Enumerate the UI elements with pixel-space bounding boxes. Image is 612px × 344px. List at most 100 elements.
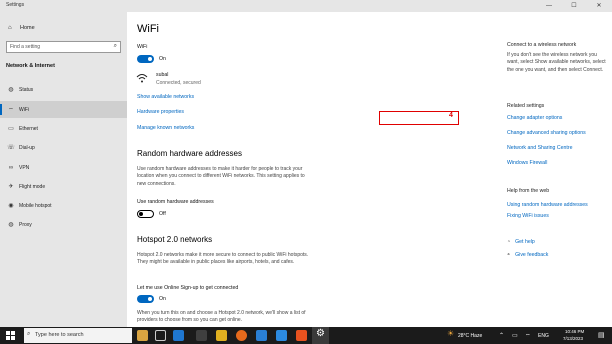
airplane-icon: ✈: [8, 184, 14, 190]
wifi-toggle[interactable]: [137, 55, 154, 63]
online-signup-label: Let me use Online Sign-up to get connect…: [137, 285, 239, 291]
terminal-icon[interactable]: [196, 330, 207, 341]
search-icon: ⌕: [27, 331, 31, 337]
sidebar-item-label: Dial-up: [19, 144, 35, 151]
find-setting-input[interactable]: Find a setting ⌕: [6, 41, 121, 53]
page-title: WiFi: [137, 23, 159, 35]
home-label: Home: [20, 25, 35, 31]
windows-firewall-link[interactable]: Windows Firewall: [507, 160, 547, 166]
app-icon[interactable]: [256, 330, 267, 341]
sidebar-item-label: Proxy: [19, 221, 32, 228]
home-icon: ⌂: [8, 25, 12, 31]
sidebar: ⌂ Home Find a setting ⌕ Network & Intern…: [0, 12, 127, 327]
language-indicator[interactable]: ENG: [538, 333, 549, 339]
notification-icon[interactable]: ▤: [598, 331, 605, 339]
vpn-icon: ∞: [8, 164, 14, 171]
change-advanced-sharing-link[interactable]: Change advanced sharing options: [507, 130, 586, 136]
random-addresses-heading: Random hardware addresses: [137, 149, 242, 158]
store-icon[interactable]: [173, 330, 184, 341]
home-link[interactable]: ⌂ Home: [8, 25, 35, 31]
online-signup-toggle[interactable]: [137, 295, 154, 303]
help-from-web-title: Help from the web: [507, 188, 550, 194]
annotation-number: 4: [449, 112, 453, 119]
sidebar-item-vpn[interactable]: ∞ VPN: [0, 159, 127, 176]
random-addresses-description: Use random hardware addresses to make it…: [137, 166, 305, 187]
manage-known-networks-link[interactable]: Manage known networks: [137, 125, 194, 131]
related-settings-title: Related settings: [507, 103, 545, 109]
wifi-icon: ⌔: [8, 107, 14, 114]
clock-date[interactable]: 7/13/2023: [563, 336, 583, 341]
fixing-wifi-link[interactable]: Fixing WiFi issues: [507, 213, 549, 219]
tray-arrow-icon[interactable]: ⌃: [499, 332, 504, 339]
globe-icon: ◍: [8, 87, 14, 93]
help-icon: ◔: [507, 239, 511, 245]
start-button[interactable]: [6, 331, 15, 340]
tray-battery-icon[interactable]: ▭: [512, 332, 518, 339]
minimize-button[interactable]: —: [540, 0, 558, 12]
brave-icon[interactable]: [296, 330, 307, 341]
window-title: Settings: [6, 2, 25, 8]
vscode-icon[interactable]: [276, 330, 287, 341]
taskbar-search-placeholder: Type here to search: [35, 332, 84, 338]
connect-wireless-description: If you don't see the wireless network yo…: [507, 52, 606, 73]
network-name[interactable]: subal: [156, 72, 168, 78]
sidebar-item-label: Mobile hotspot: [19, 202, 52, 209]
network-sharing-centre-link[interactable]: Network and Sharing Centre: [507, 145, 572, 151]
sidebar-item-status[interactable]: ◍ Status: [0, 81, 127, 98]
wifi-label: WiFi: [137, 44, 148, 50]
give-feedback-link[interactable]: ◓ Give feedback: [507, 252, 548, 258]
sidebar-item-label: VPN: [19, 164, 30, 171]
clock-time[interactable]: 10:46 PM: [565, 329, 584, 334]
sidebar-item-mobile-hotspot[interactable]: ◉ Mobile hotspot: [0, 197, 127, 214]
show-available-networks-link[interactable]: Show available networks: [137, 94, 194, 100]
weather-text[interactable]: 28°C Haze: [458, 333, 482, 339]
tray-wifi-icon[interactable]: ⌔: [525, 332, 531, 340]
file-explorer-icon[interactable]: [216, 330, 227, 341]
sidebar-item-label: WiFi: [19, 106, 29, 113]
main-content: WiFi WiFi On subal Connected, secured Sh…: [127, 12, 612, 327]
feedback-icon: ◓: [507, 252, 511, 258]
sidebar-item-label: Status: [19, 86, 34, 93]
give-feedback-label: Give feedback: [515, 252, 549, 258]
wifi-signal-icon: [136, 73, 148, 86]
weather-icon: ☀: [447, 329, 455, 338]
globe-icon: ◍: [8, 222, 14, 228]
get-help-link[interactable]: ◔ Get help: [507, 239, 535, 245]
sidebar-item-dialup[interactable]: ☏ Dial-up: [0, 139, 127, 156]
sidebar-item-wifi[interactable]: ⌔ WiFi: [0, 101, 127, 118]
search-placeholder: Find a setting: [10, 44, 41, 50]
random-state: Off: [159, 211, 166, 217]
close-button[interactable]: ✕: [590, 0, 608, 12]
title-bar: Settings — ☐ ✕: [0, 0, 612, 12]
hardware-properties-link[interactable]: Hardware properties: [137, 109, 184, 115]
ethernet-icon: ▭: [8, 126, 14, 132]
change-adapter-options-link[interactable]: Change adapter options: [507, 115, 562, 121]
sidebar-item-label: Ethernet: [19, 125, 38, 132]
sidebar-item-proxy[interactable]: ◍ Proxy: [0, 216, 127, 233]
wifi-state: On: [159, 56, 166, 62]
settings-taskbar-button[interactable]: ⚙: [312, 327, 329, 344]
phone-icon: ☏: [7, 145, 15, 151]
taskbar: ⌕ Type here to search ⚙ ☀ 28°C Haze ⌃ ▭ …: [0, 327, 612, 344]
task-view-icon[interactable]: [155, 330, 166, 341]
online-signup-description: When you turn this on and choose a Hotsp…: [137, 310, 306, 324]
hotspot-icon: ◉: [8, 203, 14, 209]
taskbar-search[interactable]: ⌕ Type here to search: [24, 328, 132, 343]
highlight-box: [379, 111, 459, 125]
online-signup-state: On: [159, 296, 166, 302]
get-help-label: Get help: [515, 239, 535, 245]
random-addresses-toggle[interactable]: [137, 210, 154, 218]
hotspot-description: Hotspot 2.0 networks make it more secure…: [137, 252, 309, 266]
sidebar-item-flight-mode[interactable]: ✈ Flight mode: [0, 178, 127, 195]
hotspot-heading: Hotspot 2.0 networks: [137, 235, 213, 244]
random-toggle-label: Use random hardware addresses: [137, 199, 214, 205]
connect-wireless-title: Connect to a wireless network: [507, 42, 577, 48]
network-status: Connected, secured: [156, 80, 201, 86]
category-title: Network & Internet: [6, 63, 55, 69]
firefox-icon[interactable]: [236, 330, 247, 341]
people-icon[interactable]: [137, 330, 148, 341]
sidebar-item-ethernet[interactable]: ▭ Ethernet: [0, 120, 127, 137]
maximize-button[interactable]: ☐: [565, 0, 583, 12]
settings-window: Settings — ☐ ✕ ⌂ Home Find a setting ⌕ N…: [0, 0, 612, 327]
using-random-addresses-link[interactable]: Using random hardware addresses: [507, 202, 588, 208]
